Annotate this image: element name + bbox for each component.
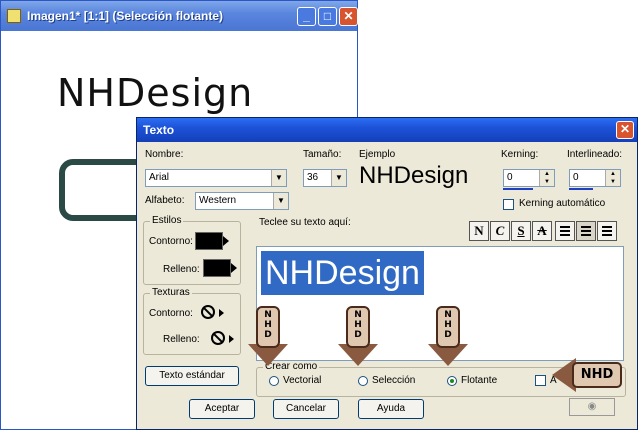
minimize-button[interactable]: _ (297, 7, 316, 26)
chevron-down-icon[interactable]: ▼ (331, 170, 346, 186)
nhd-watermark-arrow: NHD (338, 306, 378, 368)
nhd-logo: NHD (436, 306, 460, 348)
align-right-button[interactable] (597, 221, 617, 241)
underline-button[interactable]: S (511, 221, 531, 241)
no-texture-icon[interactable] (201, 305, 215, 319)
kerning-value: 0 (507, 172, 513, 183)
kerning-label: Kerning: (501, 149, 539, 160)
outline-label: Contorno: (149, 236, 193, 247)
font-name-select[interactable]: Arial ▼ (145, 169, 287, 187)
selected-text[interactable]: NHDesign (261, 251, 424, 295)
swatch-arrow-icon (223, 236, 229, 246)
fill-color-swatch[interactable] (203, 259, 237, 277)
line-spacing-slider[interactable] (569, 188, 593, 190)
swatch-arrow-icon (231, 263, 237, 273)
preview-label: Ejemplo (359, 149, 396, 160)
align-center-icon (581, 226, 591, 236)
image-window-title: Imagen1* [1:1] (Selección flotante) (27, 9, 224, 23)
selection-label: Selección (372, 375, 416, 386)
dialog-close-button[interactable]: ✕ (616, 121, 634, 139)
cancel-button[interactable]: Cancelar (273, 399, 339, 419)
nhd-watermark-left-arrow: NHD (552, 358, 622, 392)
nhd-watermark-arrow: NHD (428, 306, 468, 368)
eye-icon: ◉ (587, 401, 597, 412)
maximize-button[interactable]: □ (318, 7, 337, 26)
textures-group-title: Texturas (150, 287, 192, 298)
antialias-checkbox[interactable] (535, 375, 546, 386)
line-spacing-value: 0 (573, 172, 579, 183)
alphabet-label: Alfabeto: (145, 195, 185, 206)
kerning-slider[interactable] (503, 188, 533, 190)
preview-toggle-button[interactable]: ◉ (569, 398, 615, 416)
texture-arrow-icon[interactable] (229, 335, 234, 343)
alphabet-value: Western (199, 195, 237, 206)
align-center-button[interactable] (576, 221, 596, 241)
font-size-label: Tamaño: (303, 149, 342, 160)
outline-texture-label: Contorno: (149, 308, 193, 319)
selection-radio[interactable] (358, 376, 368, 386)
chevron-down-icon[interactable]: ▼ (273, 193, 288, 209)
bold-button[interactable]: N (469, 221, 489, 241)
font-name-value: Arial (149, 172, 170, 183)
standard-text-button[interactable]: Texto estándar (145, 366, 239, 386)
close-button[interactable]: ✕ (339, 7, 358, 26)
spin-arrows-icon[interactable]: ▲ ▼ (605, 170, 620, 186)
vector-radio[interactable] (269, 376, 279, 386)
font-name-label: Nombre: (145, 149, 184, 160)
nhd-logo: NHD (346, 306, 370, 348)
dialog-title: Texto (143, 123, 175, 137)
textures-group: Texturas (143, 287, 241, 355)
spin-arrows-icon[interactable]: ▲ ▼ (539, 170, 554, 186)
nhd-watermark-arrow: NHD (248, 306, 288, 368)
styles-group-title: Estilos (150, 215, 184, 226)
alphabet-select[interactable]: Western ▼ (195, 192, 289, 210)
fill-label: Relleno: (163, 264, 200, 275)
auto-kerning-checkbox[interactable] (503, 199, 514, 210)
floating-label: Flotante (461, 375, 498, 386)
line-spacing-label: Interlineado: (567, 149, 623, 160)
outline-color-swatch[interactable] (195, 232, 229, 250)
dialog-titlebar[interactable]: Texto (137, 118, 637, 142)
strikethrough-button[interactable]: A (532, 221, 552, 241)
vector-label: Vectorial (283, 375, 322, 386)
help-button[interactable]: Ayuda (358, 399, 424, 419)
nhd-logo: NHD (256, 306, 280, 348)
kerning-input[interactable]: 0 ▲ ▼ (503, 169, 555, 187)
texture-arrow-icon[interactable] (219, 309, 224, 317)
fill-texture-label: Relleno: (163, 334, 200, 345)
auto-kerning-label: Kerning automático (519, 198, 606, 209)
align-right-icon (602, 226, 612, 236)
chevron-down-icon[interactable]: ▼ (271, 170, 286, 186)
line-spacing-input[interactable]: 0 ▲ ▼ (569, 169, 621, 187)
no-texture-icon[interactable] (211, 331, 225, 345)
type-text-label: Teclee su texto aquí: (259, 217, 351, 228)
font-size-select[interactable]: 36 ▼ (303, 169, 347, 187)
font-size-value: 36 (307, 172, 319, 183)
nhd-logo: NHD (572, 362, 622, 388)
italic-button[interactable]: C (490, 221, 510, 241)
font-preview: NHDesign (359, 162, 469, 189)
accept-button[interactable]: Aceptar (189, 399, 255, 419)
align-left-button[interactable] (555, 221, 575, 241)
floating-radio[interactable] (447, 376, 457, 386)
align-left-icon (560, 226, 570, 236)
image-icon (7, 9, 21, 23)
canvas-text: NHDesign (57, 71, 254, 115)
